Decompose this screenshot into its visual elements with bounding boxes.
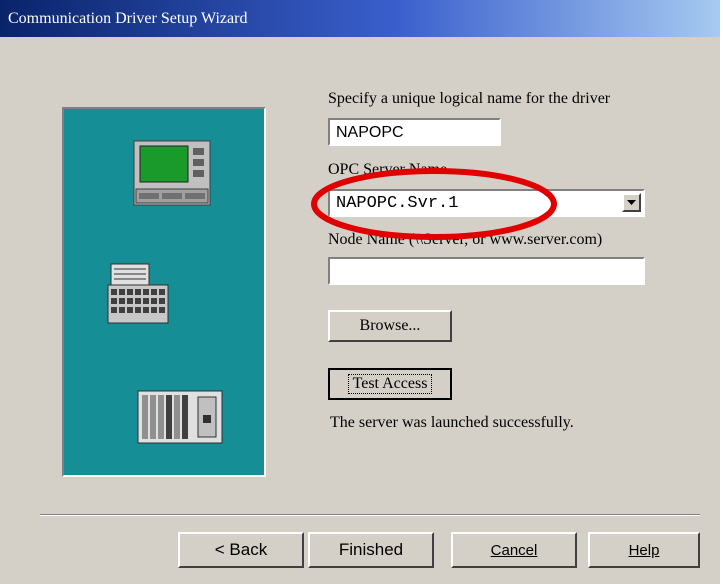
cancel-button[interactable]: Cancel [451,532,577,568]
logical-name-label: Specify a unique logical name for the dr… [328,90,611,107]
title-bar[interactable]: Communication Driver Setup Wizard [0,0,720,37]
logical-name-input[interactable]: NAPOPC [328,118,501,146]
cancel-button-label: Cancel [490,541,538,559]
finished-button-label: Finished [338,540,404,559]
logical-name-value: NAPOPC [336,124,404,141]
wizard-window: Communication Driver Setup Wizard Specif… [0,0,720,584]
finished-button[interactable]: Finished [308,532,434,568]
dropdown-arrow-glyph [627,199,636,205]
browse-button[interactable]: Browse... [328,310,452,342]
highlight-ellipse [311,168,557,240]
operator-panel-icon [133,140,211,206]
status-message: The server was launched successfully. [330,414,574,431]
back-button-label: < Back [214,540,268,559]
footer-separator [40,514,700,516]
help-button[interactable]: Help [588,532,700,568]
test-access-button-label: Test Access [347,374,433,394]
back-button[interactable]: < Back [178,532,304,568]
illustration-graphic [107,140,223,444]
window-title: Communication Driver Setup Wizard [8,10,248,27]
plc-rack-icon [137,390,223,444]
help-button-label: Help [628,541,660,559]
keyboard-terminal-icon [107,263,169,324]
illustration-panel [62,107,266,477]
browse-button-label: Browse... [359,317,421,334]
node-name-input[interactable] [328,257,645,285]
dropdown-arrow-icon[interactable] [622,193,641,212]
test-access-button[interactable]: Test Access [328,368,452,400]
